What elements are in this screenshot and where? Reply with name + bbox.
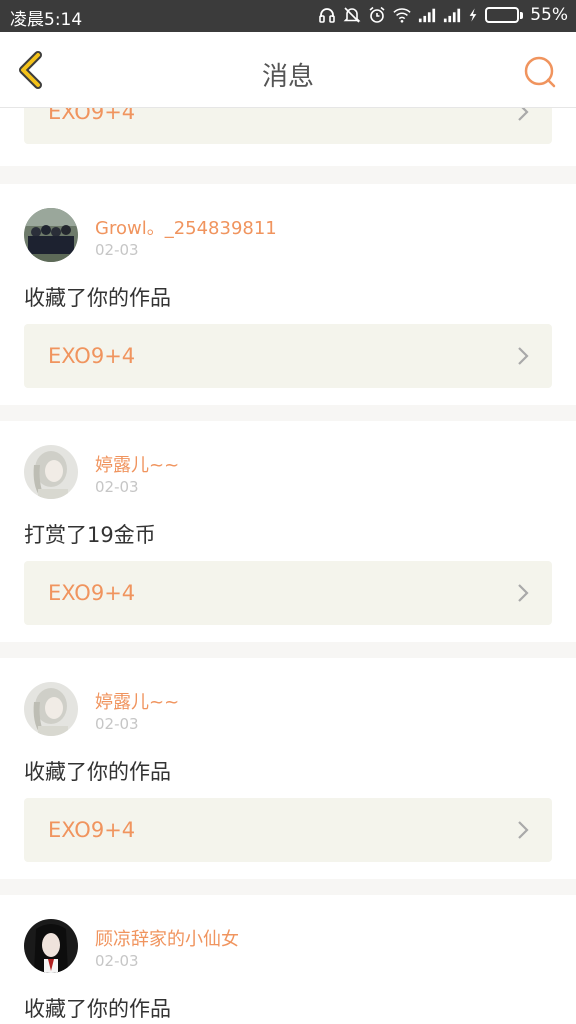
message-card: 婷露儿~~ 02-03 打赏了19金币 EXO9+4	[0, 421, 576, 642]
message-list: EXO9+4 Growl。_254839811 02-03 收藏了你的作品 EX…	[0, 108, 576, 1024]
chevron-right-icon	[518, 821, 529, 839]
wifi-icon	[393, 8, 411, 23]
signal-icon	[444, 8, 461, 23]
chevron-right-icon	[518, 108, 529, 121]
message-card: Growl。_254839811 02-03 收藏了你的作品 EXO9+4	[0, 184, 576, 405]
message-card: 婷露儿~~ 02-03 收藏了你的作品 EXO9+4	[0, 658, 576, 879]
username[interactable]: 顾凉辞家的小仙女	[95, 925, 239, 951]
headphones-icon	[319, 8, 336, 23]
work-link[interactable]: EXO9+4	[24, 561, 552, 625]
work-title: EXO9+4	[48, 818, 136, 842]
charging-icon	[469, 8, 477, 22]
action-text: 收藏了你的作品	[24, 997, 171, 1021]
status-icons: 55%	[318, 5, 568, 25]
mute-bell-icon	[343, 7, 361, 23]
avatar[interactable]	[24, 682, 78, 736]
work-title: EXO9+4	[48, 581, 136, 605]
page-title: 消息	[261, 62, 314, 92]
username[interactable]: 婷露儿~~	[95, 688, 179, 714]
work-title: EXO9+4	[48, 108, 136, 124]
date: 02-03	[95, 478, 139, 496]
username[interactable]: Growl。_254839811	[95, 214, 277, 240]
alarm-icon	[369, 6, 385, 23]
battery-icon	[485, 7, 524, 23]
date: 02-03	[95, 715, 139, 733]
action-text: 打赏了19金币	[24, 523, 156, 547]
battery-percent: 55%	[530, 5, 568, 25]
nav-bar: 消息	[0, 32, 576, 108]
message-card: 顾凉辞家的小仙女 02-03 收藏了你的作品	[0, 895, 576, 1024]
signal-icon	[419, 8, 436, 23]
message-card: EXO9+4	[0, 108, 576, 166]
date: 02-03	[95, 241, 139, 259]
work-link[interactable]: EXO9+4	[24, 798, 552, 862]
date: 02-03	[95, 952, 139, 970]
avatar[interactable]	[24, 208, 78, 262]
action-text: 收藏了你的作品	[24, 760, 171, 784]
status-bar: 凌晨5:14 55%	[0, 0, 576, 32]
work-title: EXO9+4	[48, 344, 136, 368]
search-icon[interactable]	[522, 54, 558, 90]
work-link[interactable]: EXO9+4	[24, 108, 552, 144]
avatar[interactable]	[24, 445, 78, 499]
status-time: 凌晨5:14	[10, 10, 83, 30]
username[interactable]: 婷露儿~~	[95, 451, 179, 477]
chevron-right-icon	[518, 584, 529, 602]
action-text: 收藏了你的作品	[24, 286, 171, 310]
avatar[interactable]	[24, 919, 78, 973]
chevron-right-icon	[518, 347, 529, 365]
work-link[interactable]: EXO9+4	[24, 324, 552, 388]
